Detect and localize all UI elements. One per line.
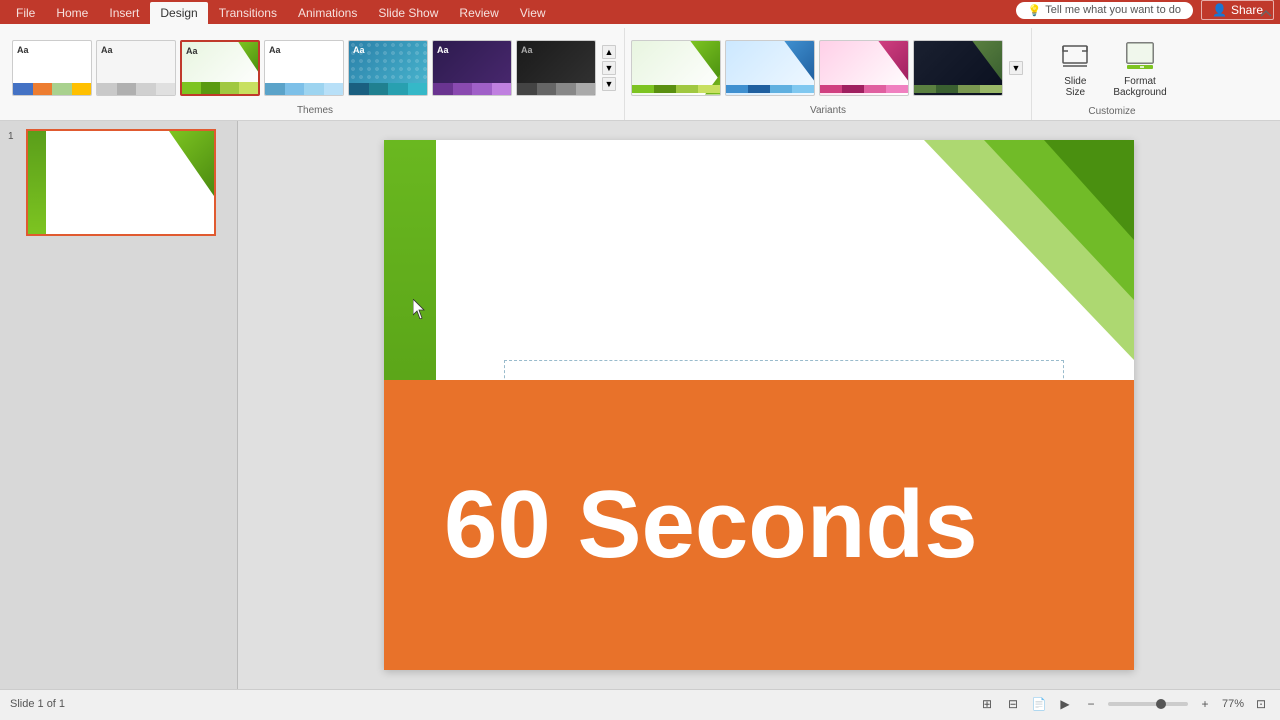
normal-view-icon[interactable]: ⊞ [978, 695, 996, 713]
zoom-out-button[interactable]: − [1082, 695, 1100, 713]
themes-group: Aa Aa [6, 28, 625, 120]
theme-3[interactable]: Aa [180, 40, 260, 96]
main-area: 1 [0, 121, 1280, 689]
overlay-banner: 60 Seconds [384, 380, 1134, 670]
ribbon: Aa Aa [0, 24, 1280, 121]
format-background-label: Format Background [1113, 76, 1166, 98]
tab-home[interactable]: Home [46, 2, 98, 24]
zoom-slider[interactable] [1108, 702, 1188, 706]
tell-me-bar[interactable]: 💡 Tell me what you want to do [1016, 2, 1193, 19]
scroll-up-icon[interactable]: ▲ [602, 45, 616, 59]
tab-design[interactable]: Design [150, 2, 207, 24]
slide-info: Slide 1 of 1 [10, 698, 65, 710]
slide-size-icon [1057, 38, 1093, 74]
scroll-more-icon[interactable]: ▼ [602, 77, 616, 91]
ribbon-collapse-button[interactable] [1258, 6, 1274, 27]
customize-group: Slide Size Format Background Cust [1032, 28, 1192, 120]
variants-label: Variants [810, 105, 846, 116]
variants-scroll-icon[interactable]: ▼ [1009, 61, 1023, 75]
fit-slide-icon[interactable]: ⊡ [1252, 695, 1270, 713]
reading-view-icon[interactable]: 📄 [1030, 695, 1048, 713]
status-bar: Slide 1 of 1 ⊞ ⊟ 📄 ▶ − + 77% ⊡ [0, 689, 1280, 717]
tab-animations[interactable]: Animations [288, 2, 367, 24]
lightbulb-icon: 💡 [1028, 4, 1042, 17]
theme-7[interactable]: Aa [516, 40, 596, 96]
slide-canvas-area: Click to add title subtitle 60 Seconds [238, 121, 1280, 689]
person-icon: 👤 [1212, 3, 1227, 17]
theme-5[interactable]: Aa [348, 40, 428, 96]
canvas-green-top-right [924, 140, 1134, 360]
slide-sorter-icon[interactable]: ⊟ [1004, 695, 1022, 713]
variants-group: ▼ Variants [625, 28, 1032, 120]
ribbon-tabs: File Home Insert Design Transitions Anim… [0, 0, 1280, 24]
thumb-green-corner [169, 131, 214, 196]
variant-1[interactable] [631, 40, 721, 96]
tell-me-text: Tell me what you want to do [1045, 4, 1181, 16]
format-background-icon [1122, 38, 1158, 74]
variant-2[interactable] [725, 40, 815, 96]
slide-number-1: 1 [8, 129, 22, 142]
slide-size-label: Slide Size [1064, 76, 1086, 98]
customize-label: Customize [1088, 106, 1135, 117]
variants-row: ▼ [631, 32, 1025, 103]
tab-review[interactable]: Review [449, 2, 508, 24]
status-bar-right: ⊞ ⊟ 📄 ▶ − + 77% ⊡ [978, 695, 1270, 713]
variant-3[interactable] [819, 40, 909, 96]
theme-2[interactable]: Aa [96, 40, 176, 96]
tab-transitions[interactable]: Transitions [209, 2, 287, 24]
overlay-text: 60 Seconds [444, 470, 978, 580]
tab-file[interactable]: File [6, 2, 45, 24]
zoom-level: 77% [1222, 698, 1244, 710]
slideshow-icon[interactable]: ▶ [1056, 695, 1074, 713]
variants-scroll[interactable]: ▼ [1007, 59, 1025, 77]
tab-insert[interactable]: Insert [99, 2, 149, 24]
slide-1-container: 1 [8, 129, 229, 236]
slide-size-button[interactable]: Slide Size [1049, 32, 1101, 104]
format-background-button[interactable]: Format Background [1105, 32, 1174, 104]
theme-1[interactable]: Aa [12, 40, 92, 96]
themes-scroll[interactable]: ▲ ▼ ▼ [600, 43, 618, 93]
slides-panel: 1 [0, 121, 238, 689]
tab-view[interactable]: View [510, 2, 556, 24]
slide-thumbnail-1[interactable] [26, 129, 216, 236]
thumb-green-left [28, 131, 46, 234]
slide-canvas[interactable]: Click to add title subtitle 60 Seconds [384, 140, 1134, 670]
variant-4[interactable] [913, 40, 1003, 96]
zoom-in-button[interactable]: + [1196, 695, 1214, 713]
theme-4[interactable]: Aa [264, 40, 344, 96]
tab-slideshow[interactable]: Slide Show [368, 2, 448, 24]
theme-6[interactable]: Aa [432, 40, 512, 96]
scroll-down-icon[interactable]: ▼ [602, 61, 616, 75]
themes-label: Themes [297, 105, 333, 116]
themes-row: Aa Aa [12, 32, 618, 103]
ribbon-content: Aa Aa [0, 28, 1280, 120]
zoom-thumb [1156, 699, 1166, 709]
